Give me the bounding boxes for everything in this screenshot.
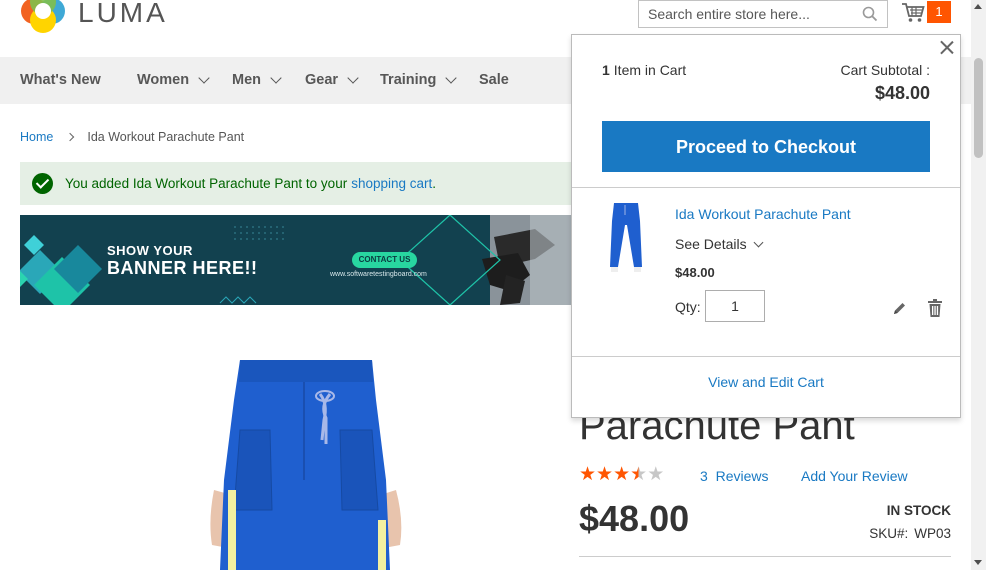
promo-banner[interactable]: SHOW YOUR BANNER HERE!! CONTACT US www.s… [20,215,571,305]
banner-title: SHOW YOUR BANNER HERE!! [107,244,258,277]
shopping-cart-link[interactable]: shopping cart [351,176,432,191]
nav-label: Gear [305,72,339,88]
minicart-dropdown: 1 Item in Cart Cart Subtotal : $48.00 Pro… [571,34,961,418]
chevron-down-icon [198,72,210,84]
see-details-label: See Details [675,236,747,252]
add-review-link[interactable]: Add Your Review [801,468,908,484]
page-scrollbar[interactable] [971,0,986,570]
nav-item-training[interactable]: Training [380,57,458,104]
cart-count-badge[interactable]: 1 [927,1,951,23]
cart-item-price: $48.00 [675,265,715,280]
qty-input[interactable]: 1 [705,290,765,322]
see-details-toggle[interactable]: See Details [675,236,764,252]
product-price: $48.00 [579,498,690,539]
chevron-down-icon [270,72,282,84]
cart-item-name-link[interactable]: Ida Workout Parachute Pant [675,206,851,222]
product-sku: SKU#: WP03 [869,526,951,541]
logo-text: LUMA [78,0,168,28]
checkmark-icon [32,173,53,194]
qty-label: Qty: [675,299,701,315]
item-count-number: 1 [602,62,610,78]
nav-item-women[interactable]: Women [137,57,210,104]
product-image[interactable] [200,360,412,570]
scroll-up-arrow-icon[interactable] [974,4,982,9]
sku-value: WP03 [914,526,951,541]
breadcrumb-current: Ida Workout Parachute Pant [87,130,245,144]
banner-line1: SHOW YOUR [107,243,193,258]
item-count-label: Item in Cart [613,62,687,78]
stock-status: IN STOCK [886,503,951,518]
rating-stars: ★ ★ ★ ★ ★ [579,465,664,484]
success-message-end: . [432,176,437,191]
sku-label: SKU#: [869,526,909,541]
divider [572,356,960,357]
banner-decoration [20,215,571,305]
star-icon: ★ [647,464,665,485]
scroll-down-arrow-icon[interactable] [974,560,982,565]
nav-label: What's New [20,72,101,88]
reviews-label: Reviews [715,468,769,484]
edit-pencil-icon[interactable] [892,301,907,316]
reviews-count: 3 [700,468,708,484]
luma-logo[interactable]: LUMA [20,0,168,34]
minicart-item-count: 1 Item in Cart [602,62,686,78]
nav-item-whats-new[interactable]: What's New [20,57,101,104]
subtotal-label: Cart Subtotal : [840,62,931,78]
nav-item-men[interactable]: Men [232,57,282,104]
luma-logo-icon [21,0,65,33]
view-and-edit-cart-link[interactable]: View and Edit Cart [572,374,960,390]
star-icon: ★ [630,464,648,485]
close-icon[interactable] [939,39,955,55]
chevron-down-icon [753,237,764,247]
nav-label: Men [232,72,261,88]
nav-item-gear[interactable]: Gear [305,57,359,104]
search-icon[interactable] [862,6,878,22]
banner-line2: BANNER HERE!! [107,258,258,278]
search-input[interactable] [639,1,849,27]
divider [579,556,951,557]
cart-button[interactable] [901,2,925,29]
chevron-down-icon [347,72,359,84]
success-message-text: You added Ida Workout Parachute Pant to … [65,176,348,191]
cart-item-thumbnail[interactable] [606,201,646,276]
proceed-to-checkout-button[interactable]: Proceed to Checkout [602,121,930,172]
success-message: You added Ida Workout Parachute Pant to … [20,162,580,205]
breadcrumb-home-link[interactable]: Home [20,130,53,144]
divider [572,187,960,188]
trash-icon[interactable] [928,299,942,317]
subtotal-value: $48.00 [874,83,930,103]
star-icon: ★ [613,464,631,485]
banner-contact-button[interactable]: CONTACT US [352,252,417,268]
search-box[interactable] [638,0,888,28]
breadcrumb: Home Ida Workout Parachute Pant [20,130,244,144]
breadcrumb-separator-icon [66,132,75,142]
star-icon: ★ [596,464,614,485]
banner-url: www.softwaretestingboard.com [330,271,427,278]
nav-label: Sale [479,72,509,88]
nav-item-sale[interactable]: Sale [479,57,509,104]
cart-icon [902,3,925,22]
scrollbar-thumb[interactable] [974,58,983,158]
nav-label: Women [137,72,190,88]
reviews-link[interactable]: 3 Reviews [700,468,768,484]
chevron-down-icon [445,72,458,84]
star-icon: ★ [579,464,597,485]
nav-label: Training [380,72,437,88]
